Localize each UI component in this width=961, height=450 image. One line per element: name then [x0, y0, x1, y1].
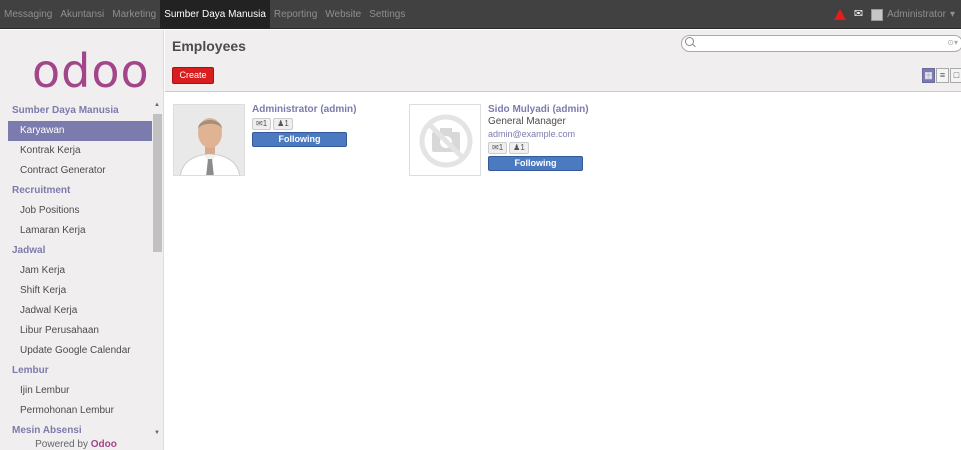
- badges: ✉1 ♟1: [252, 118, 412, 130]
- employee-photo[interactable]: [409, 104, 481, 176]
- search-box[interactable]: ⊙▾: [681, 35, 961, 52]
- person-photo-icon: [174, 105, 244, 175]
- sidebar-scrollbar[interactable]: ▲ ▼: [153, 102, 162, 442]
- chat-icon[interactable]: ✉: [854, 9, 863, 20]
- sidebar-item-update-google-calendar[interactable]: Update Google Calendar: [0, 341, 152, 361]
- scroll-thumb[interactable]: [153, 114, 162, 252]
- employee-email[interactable]: admin@example.com: [488, 128, 648, 140]
- user-avatar: [871, 8, 884, 21]
- messages-icon: ✉: [256, 119, 263, 128]
- employee-card[interactable]: Administrator (admin) ✉1 ♟1 Following: [173, 101, 403, 177]
- sidebar-item-karyawan[interactable]: Karyawan: [8, 121, 152, 141]
- messages-count: 1: [262, 119, 268, 128]
- following-button[interactable]: Following: [252, 132, 347, 147]
- scroll-down-icon[interactable]: ▼: [154, 430, 160, 436]
- messages-badge[interactable]: ✉1: [252, 118, 272, 130]
- sidebar-item-libur-perusahaan[interactable]: Libur Perusahaan: [0, 321, 152, 341]
- sidebar: odoo Sumber Daya Manusia Karyawan Kontra…: [0, 30, 164, 450]
- odoo-logo[interactable]: odoo: [32, 44, 150, 98]
- sidebar-item-jam-kerja[interactable]: Jam Kerja: [0, 261, 152, 281]
- page-title: Employees: [172, 38, 246, 54]
- employee-name[interactable]: Administrator (admin): [252, 104, 412, 116]
- sidebar-item-kontrak-kerja[interactable]: Kontrak Kerja: [0, 141, 152, 161]
- employee-name[interactable]: Sido Mulyadi (admin): [488, 104, 648, 116]
- sidebar-item-permohonan-lembur[interactable]: Permohonan Lembur: [0, 401, 152, 421]
- kanban-view-icon[interactable]: ▦: [922, 68, 935, 83]
- employee-job-title: General Manager: [488, 116, 566, 127]
- kanban-view: Administrator (admin) ✉1 ♟1 Following Si…: [165, 93, 961, 450]
- scroll-up-icon[interactable]: ▲: [154, 102, 160, 108]
- top-menu-sumber-daya-manusia[interactable]: Sumber Daya Manusia: [160, 0, 270, 29]
- view-switcher: ▦ ≡ □: [922, 68, 961, 83]
- employee-photo[interactable]: [173, 104, 245, 176]
- followers-badge[interactable]: ♟1: [273, 118, 293, 130]
- search-icon: [685, 37, 694, 46]
- create-button[interactable]: Create: [172, 67, 214, 84]
- section-sumber-daya-manusia: Sumber Daya Manusia: [12, 105, 119, 116]
- messages-count: 1: [498, 143, 504, 152]
- search-options-icon[interactable]: ⊙▾: [947, 38, 958, 47]
- user-name: Administrator: [887, 9, 946, 20]
- search-input[interactable]: [698, 38, 938, 50]
- control-panel: Employees Create ⊙▾ ▦ ≡ □: [165, 30, 961, 92]
- followers-count: 1: [284, 119, 289, 128]
- top-menu-settings[interactable]: Settings: [365, 0, 409, 29]
- messages-icon: ✉: [492, 143, 499, 152]
- section-recruitment: Recruitment: [12, 185, 71, 196]
- powered-by-text: Powered by: [35, 439, 88, 450]
- following-button[interactable]: Following: [488, 156, 583, 171]
- list-view-icon[interactable]: ≡: [936, 68, 949, 83]
- warning-icon[interactable]: [833, 9, 846, 20]
- top-right-tools: ✉ Administrator ▾: [833, 0, 955, 29]
- section-mesin-absensi: Mesin Absensi: [12, 425, 82, 436]
- followers-badge[interactable]: ♟1: [509, 142, 529, 154]
- top-menu-reporting[interactable]: Reporting: [270, 0, 321, 29]
- followers-count: 1: [520, 143, 525, 152]
- powered-by-link[interactable]: Odoo: [91, 439, 117, 450]
- form-view-icon[interactable]: □: [950, 68, 961, 83]
- caret-down-icon: ▾: [949, 9, 955, 20]
- top-menu: Messaging Akuntansi Marketing Sumber Day…: [0, 0, 409, 29]
- section-lembur: Lembur: [12, 365, 49, 376]
- sidebar-item-shift-kerja[interactable]: Shift Kerja: [0, 281, 152, 301]
- top-menu-marketing[interactable]: Marketing: [108, 0, 160, 29]
- sidebar-item-lamaran-kerja[interactable]: Lamaran Kerja: [0, 221, 152, 241]
- user-menu[interactable]: Administrator ▾: [871, 8, 955, 21]
- top-menu-messaging[interactable]: Messaging: [0, 0, 56, 29]
- messages-badge[interactable]: ✉1: [488, 142, 508, 154]
- top-menu-akuntansi[interactable]: Akuntansi: [56, 0, 108, 29]
- sidebar-item-contract-generator[interactable]: Contract Generator: [0, 161, 152, 181]
- sidebar-item-ijin-lembur[interactable]: Ijin Lembur: [0, 381, 152, 401]
- employee-info: Administrator (admin) ✉1 ♟1 Following: [252, 104, 412, 147]
- top-navbar: Messaging Akuntansi Marketing Sumber Day…: [0, 0, 961, 29]
- sidebar-menu: Sumber Daya Manusia Karyawan Kontrak Ker…: [0, 101, 152, 441]
- no-image-icon: [410, 105, 480, 175]
- top-menu-website[interactable]: Website: [321, 0, 365, 29]
- employee-info: Sido Mulyadi (admin) General Manager adm…: [488, 104, 648, 171]
- badges: ✉1 ♟1: [488, 142, 648, 154]
- employee-card[interactable]: Sido Mulyadi (admin) General Manager adm…: [409, 101, 649, 177]
- sidebar-item-job-positions[interactable]: Job Positions: [0, 201, 152, 221]
- powered-by: Powered by Odoo: [0, 439, 152, 450]
- sidebar-item-jadwal-kerja[interactable]: Jadwal Kerja: [0, 301, 152, 321]
- section-jadwal: Jadwal: [12, 245, 46, 256]
